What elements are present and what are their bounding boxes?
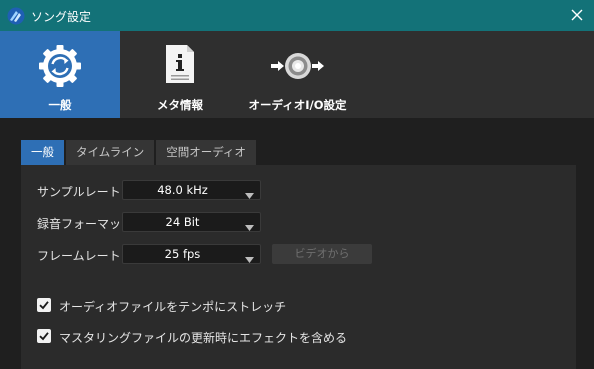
category-general[interactable]: 一般 [0, 31, 120, 118]
category-meta-info-label: メタ情報 [157, 98, 203, 112]
app-logo-icon [7, 7, 25, 25]
frame-rate-value: 25 fps [164, 247, 201, 261]
category-audio-io-label: オーディオI/O設定 [248, 98, 347, 112]
tab-strip: 一般 タイムライン 空間オーディオ [21, 140, 258, 165]
chevron-down-icon [245, 252, 254, 266]
tab-spatial-audio[interactable]: 空間オーディオ [156, 140, 256, 165]
category-general-label: 一般 [48, 98, 72, 112]
chevron-down-icon [245, 188, 254, 202]
chevron-down-icon [245, 220, 254, 234]
close-button[interactable] [566, 4, 588, 26]
record-format-label: 録音フォーマット [37, 217, 134, 231]
title-bar: ソング設定 [0, 0, 594, 31]
sample-rate-label: サンプルレート [37, 185, 121, 199]
info-document-icon [163, 43, 197, 88]
category-bar: 一般 メタ情報 オーディオI/O設定 [0, 31, 594, 118]
category-meta-info[interactable]: メタ情報 [125, 31, 235, 118]
category-audio-io[interactable]: オーディオI/O設定 [240, 31, 355, 118]
checkmark-icon [39, 301, 49, 310]
window-title: ソング設定 [31, 10, 92, 24]
tab-general[interactable]: 一般 [21, 140, 64, 165]
sync-gear-icon [37, 43, 83, 92]
from-video-button[interactable]: ビデオから [272, 244, 372, 264]
record-format-value: 24 Bit [165, 215, 200, 229]
stretch-to-tempo-checkbox[interactable] [37, 298, 51, 312]
tab-timeline[interactable]: タイムライン [66, 140, 155, 165]
checkmark-icon [39, 332, 49, 341]
sample-rate-value: 48.0 kHz [157, 183, 208, 197]
include-effects-label: マスタリングファイルの更新時にエフェクトを含める [59, 331, 348, 345]
audio-io-icon [270, 51, 326, 84]
close-icon [571, 9, 583, 21]
frame-rate-dropdown[interactable]: 25 fps [122, 244, 261, 264]
include-effects-checkbox[interactable] [37, 329, 51, 343]
frame-rate-label: フレームレート [37, 249, 121, 263]
sample-rate-dropdown[interactable]: 48.0 kHz [122, 180, 261, 200]
stretch-to-tempo-label: オーディオファイルをテンポにストレッチ [59, 300, 287, 314]
record-format-dropdown[interactable]: 24 Bit [122, 212, 261, 232]
